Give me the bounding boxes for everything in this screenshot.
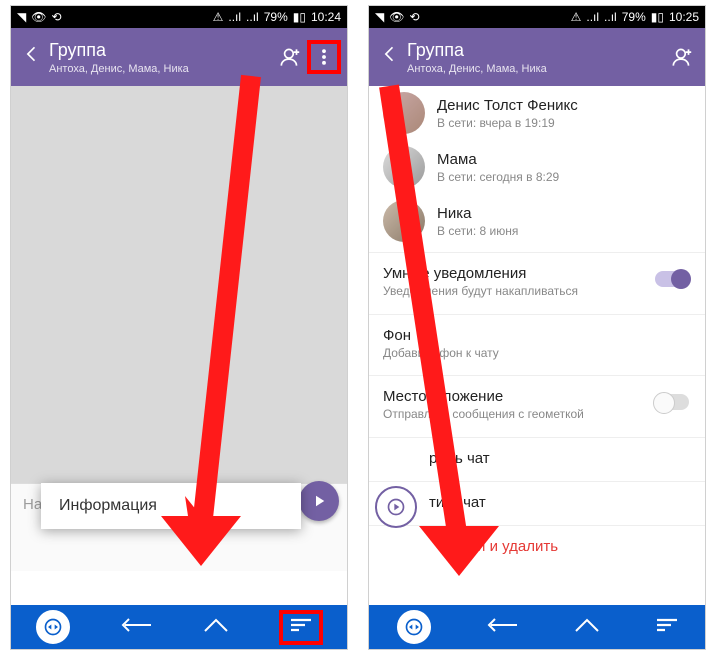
member-status: В сети: 8 июня bbox=[437, 224, 518, 238]
toggle-off[interactable] bbox=[655, 394, 689, 410]
avatar bbox=[383, 200, 425, 242]
option-leave-and-delete[interactable]: Выйти и удалить bbox=[369, 530, 705, 565]
sync-icon: ⟲ bbox=[51, 10, 61, 24]
overflow-menu-button[interactable] bbox=[307, 40, 341, 74]
chat-subtitle: Антоха, Денис, Мама, Ника bbox=[49, 63, 273, 75]
signal-icon: ⚠ bbox=[571, 10, 582, 24]
member-status: В сети: сегодня в 8:29 bbox=[437, 170, 559, 184]
member-row[interactable]: Денис Толст Феникс В сети: вчера в 19:19 bbox=[369, 86, 705, 140]
battery-icon: ▮▯ bbox=[651, 10, 664, 24]
member-status: В сети: вчера в 19:19 bbox=[437, 116, 578, 130]
voice-message-button[interactable] bbox=[299, 481, 339, 521]
battery-label: 79% bbox=[264, 10, 288, 24]
add-contact-button[interactable] bbox=[665, 40, 699, 74]
system-nav-bar bbox=[11, 605, 347, 649]
back-nav-button[interactable] bbox=[485, 615, 519, 640]
recents-nav-button[interactable] bbox=[279, 610, 323, 645]
toggle-on[interactable] bbox=[655, 271, 689, 287]
voice-fab[interactable] bbox=[375, 486, 417, 528]
signal-icon: ⚠ bbox=[213, 10, 224, 24]
app-bar: Группа Антоха, Денис, Мама, Ника bbox=[11, 28, 347, 86]
teamviewer-icon[interactable] bbox=[396, 609, 432, 645]
home-nav-button[interactable] bbox=[572, 615, 602, 640]
signal-bars-icon: ..ıl bbox=[246, 10, 259, 24]
status-bar: ◥ 👁 ⟲ ⚠ ..ıl ..ıl 79% ▮▯ 10:24 bbox=[11, 6, 347, 28]
eye-icon: 👁 bbox=[31, 10, 46, 24]
chat-title: Группа bbox=[49, 40, 273, 61]
menu-item-info[interactable]: Информация bbox=[59, 497, 283, 515]
eye-icon: 👁 bbox=[389, 10, 404, 24]
back-button[interactable] bbox=[21, 44, 43, 70]
avatar bbox=[383, 146, 425, 188]
status-bar: ◥ 👁 ⟲ ⚠ ..ıl ..ıl 79% ▮▯ 10:25 bbox=[369, 6, 705, 28]
option-background[interactable]: Фон Добавить фон к чату bbox=[369, 319, 705, 372]
option-smart-notifications[interactable]: Умные уведомления Уведомления будут нака… bbox=[369, 257, 705, 310]
battery-label: 79% bbox=[622, 10, 646, 24]
chat-subtitle: Антоха, Денис, Мама, Ника bbox=[407, 63, 665, 75]
member-row[interactable]: Мама В сети: сегодня в 8:29 bbox=[369, 140, 705, 194]
avatar bbox=[383, 92, 425, 134]
chat-body: Напишите сообщение… Информация bbox=[11, 86, 347, 571]
back-nav-button[interactable] bbox=[119, 615, 153, 640]
app-bar: Группа Антоха, Денис, Мама, Ника bbox=[369, 28, 705, 86]
home-nav-button[interactable] bbox=[201, 615, 231, 640]
signal-bars-icon: ..ıl bbox=[586, 10, 599, 24]
battery-icon: ▮▯ bbox=[293, 10, 306, 24]
back-button[interactable] bbox=[379, 44, 401, 70]
notif-icon: ◥ bbox=[17, 10, 26, 24]
sync-icon: ⟲ bbox=[409, 10, 419, 24]
option-clear-chat[interactable]: тить чат bbox=[369, 486, 705, 521]
signal-bars-icon: ..ıl bbox=[228, 10, 241, 24]
member-name: Ника bbox=[437, 205, 518, 222]
member-row[interactable]: Ника В сети: 8 июня bbox=[369, 194, 705, 248]
member-name: Мама bbox=[437, 151, 559, 168]
chat-info-panel: Денис Толст Феникс В сети: вчера в 19:19… bbox=[369, 86, 705, 614]
clock: 10:25 bbox=[669, 10, 699, 24]
option-hide-chat[interactable]: рыть чат bbox=[369, 442, 705, 477]
member-name: Денис Толст Феникс bbox=[437, 97, 578, 114]
recents-nav-button[interactable] bbox=[655, 617, 679, 638]
option-location[interactable]: Местоположение Отправлять сообщения с ге… bbox=[369, 380, 705, 433]
signal-bars-icon: ..ıl bbox=[604, 10, 617, 24]
teamviewer-icon[interactable] bbox=[35, 609, 71, 645]
overflow-popup: Информация bbox=[41, 483, 301, 529]
chat-title: Группа bbox=[407, 40, 665, 61]
add-contact-button[interactable] bbox=[273, 40, 307, 74]
clock: 10:24 bbox=[311, 10, 341, 24]
phone-screenshot-right: ◥ 👁 ⟲ ⚠ ..ıl ..ıl 79% ▮▯ 10:25 Группа Ан… bbox=[368, 5, 706, 650]
system-nav-bar bbox=[369, 605, 705, 649]
phone-screenshot-left: ◥ 👁 ⟲ ⚠ ..ıl ..ıl 79% ▮▯ 10:24 Группа Ан… bbox=[10, 5, 348, 650]
notif-icon: ◥ bbox=[375, 10, 384, 24]
